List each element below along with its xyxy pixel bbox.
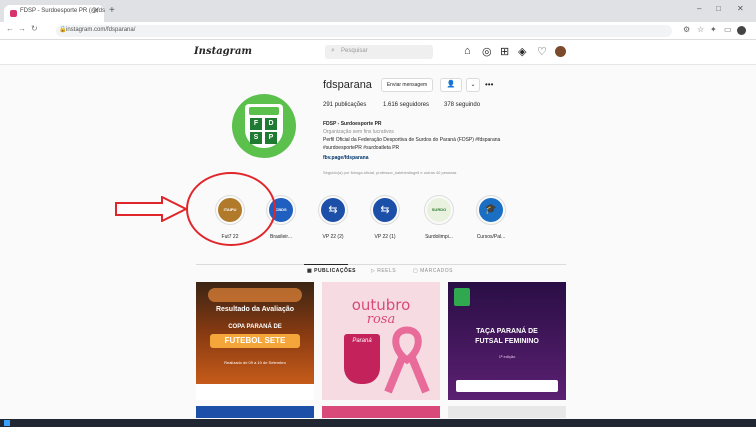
screenshot-frame: FDSP - Surdoesporte PR (@fds ✕ + – □ ✕ ←… — [0, 0, 756, 427]
annotation-circle — [186, 172, 276, 246]
post-thumbnail[interactable] — [196, 406, 314, 418]
highlight-label[interactable]: VP 22 (2) — [308, 234, 358, 240]
post-brand: Paraná — [352, 338, 372, 344]
tab-reels[interactable]: ▷ REELS — [371, 268, 396, 274]
bio-line: Perfil Oficial da Federação Desportiva d… — [323, 137, 501, 143]
browser-tab[interactable]: FDSP - Surdoesporte PR (@fds ✕ — [4, 5, 105, 22]
sidebar-icon[interactable]: ▭ — [724, 25, 732, 34]
follow-status-button[interactable]: 👤 — [440, 78, 462, 92]
search-placeholder: Pesquisar — [341, 48, 368, 54]
post-headline: FUTEBOL SETE — [210, 334, 300, 348]
highlight-cover: ⇆ — [321, 198, 345, 222]
tab-tagged[interactable]: ▢ MARCADOS — [413, 268, 453, 274]
highlight-label[interactable]: Cursos/Pal... — [466, 234, 516, 240]
start-icon[interactable] — [4, 420, 10, 426]
highlight-vp22-1[interactable]: ⇆ — [370, 195, 400, 225]
close-tab-icon[interactable]: ✕ — [93, 7, 99, 15]
bio-name: FDSP - Surdoesporte PR — [323, 121, 382, 127]
home-icon[interactable]: ⌂ — [464, 45, 471, 57]
post-thumbnail[interactable]: outubro rosa Paraná — [322, 282, 440, 400]
avatar[interactable] — [555, 46, 566, 57]
suggestions-button[interactable]: ⌄ — [466, 78, 480, 92]
maximize-button[interactable]: □ — [716, 4, 721, 13]
highlight-label[interactable]: VP 22 (1) — [360, 234, 410, 240]
post-thumbnail[interactable] — [322, 406, 440, 418]
search-icon: ⌕ — [331, 47, 335, 54]
browser-tabbar: FDSP - Surdoesporte PR (@fds ✕ + – □ ✕ — [0, 0, 756, 22]
pink-ribbon-icon — [384, 326, 430, 394]
chevron-down-icon[interactable]: ⌄ — [240, 48, 245, 55]
explore-icon[interactable]: ◈ — [518, 45, 526, 58]
graduation-cap-icon: 🎓 — [479, 198, 503, 222]
following-count[interactable]: 378 seguindo — [444, 102, 480, 108]
send-message-button[interactable]: Enviar mensagem — [381, 78, 433, 92]
back-icon[interactable]: ← — [6, 24, 14, 33]
user-check-icon: 👤 — [446, 81, 456, 88]
logo-letter: D — [265, 118, 277, 130]
post-subtitle: rosa — [366, 312, 396, 327]
new-tab-icon[interactable]: + — [109, 5, 115, 16]
reload-icon[interactable]: ↻ — [31, 24, 38, 33]
messenger-icon[interactable]: ◎ — [482, 45, 492, 58]
highlight-label[interactable]: Brasileir... — [256, 234, 306, 240]
followers-count[interactable]: 1.616 seguidores — [383, 102, 429, 108]
active-tab-indicator — [304, 264, 348, 265]
os-taskbar — [0, 419, 756, 427]
post-badge — [208, 288, 302, 302]
fdsp-shield-icon: Paraná — [344, 334, 380, 384]
extension-icon[interactable]: ⚙ — [683, 25, 690, 34]
followed-by-text[interactable]: Seguido(a) por fcbuga.oficial, professor… — [323, 170, 456, 175]
logo-band — [249, 107, 279, 115]
post-title: Resultado da Avaliação — [215, 306, 295, 313]
post-headline: FUTSAL FEMININO — [475, 338, 539, 345]
highlight-cursos[interactable]: 🎓 — [476, 195, 506, 225]
url-text: instagram.com/fdsparana/ — [66, 27, 136, 33]
post-thumbnail[interactable] — [448, 406, 566, 418]
post-thumbnail[interactable]: TAÇA PARANÁ DE FUTSAL FEMININO 1ª edição — [448, 282, 566, 400]
highlight-surdolimpiadas[interactable]: SURDO — [424, 195, 454, 225]
instagram-header: Instagram ⌄ ⌕ Pesquisar ⌂ ◎ ⊞ ◈ ♡ — [0, 40, 756, 65]
puzzle-icon[interactable]: ✦ — [710, 25, 717, 34]
highlight-cover: ⇆ — [373, 198, 397, 222]
posts-count: 291 publicações — [323, 102, 367, 108]
logo-letter: F — [250, 118, 262, 130]
tabs-divider — [196, 264, 566, 265]
search-input[interactable]: ⌕ Pesquisar — [325, 45, 433, 59]
highlight-cover: SURDO — [427, 198, 451, 222]
minimize-button[interactable]: – — [697, 4, 701, 13]
logo-letter: S — [250, 132, 262, 144]
logo-letter: P — [265, 132, 277, 144]
sponsor-strip — [196, 384, 314, 400]
sponsor-strip — [456, 380, 558, 392]
forward-icon[interactable]: → — [18, 24, 26, 33]
new-post-icon[interactable]: ⊞ — [500, 45, 509, 58]
bio-category: Organização sem fins lucrativos — [323, 129, 394, 135]
fdsp-logo-icon — [454, 288, 470, 306]
annotation-arrow — [115, 196, 189, 222]
post-footer: Realizado de 09 a 10 de Setembro — [224, 360, 286, 365]
close-window-button[interactable]: ✕ — [737, 4, 744, 13]
profile-avatar-icon[interactable] — [737, 26, 746, 35]
tab-posts[interactable]: ▦ PUBLICAÇÕES — [307, 268, 356, 274]
post-thumbnail[interactable]: Resultado da Avaliação COPA PARANÁ DE FU… — [196, 282, 314, 400]
bio-link[interactable]: fbv.page/fdsparana — [323, 155, 368, 161]
more-options-icon[interactable]: ••• — [485, 80, 493, 89]
address-bar[interactable]: 🔒 instagram.com/fdsparana/ — [56, 25, 672, 37]
post-subtitle: COPA PARANÁ DE — [228, 324, 282, 330]
post-footer: 1ª edição — [498, 354, 516, 359]
profile-picture[interactable]: F D S P — [232, 94, 296, 158]
bio-line: #surdoesportePR #surdoatleta PR — [323, 145, 400, 151]
chevron-down-icon: ⌄ — [470, 82, 476, 88]
profile-username: fdsparana — [323, 79, 372, 91]
post-title: TAÇA PARANÁ DE — [476, 328, 538, 335]
fdsp-logo-icon: F D S P — [245, 104, 283, 148]
highlight-vp22-2[interactable]: ⇆ — [318, 195, 348, 225]
star-icon[interactable]: ☆ — [697, 25, 704, 34]
highlight-label[interactable]: Surdolimpi... — [414, 234, 464, 240]
browser-toolbar: ← → ↻ 🔒 instagram.com/fdsparana/ ⚙ ☆ ✦ ▭ — [0, 22, 756, 40]
instagram-favicon-icon — [10, 10, 17, 17]
heart-icon[interactable]: ♡ — [537, 45, 547, 58]
